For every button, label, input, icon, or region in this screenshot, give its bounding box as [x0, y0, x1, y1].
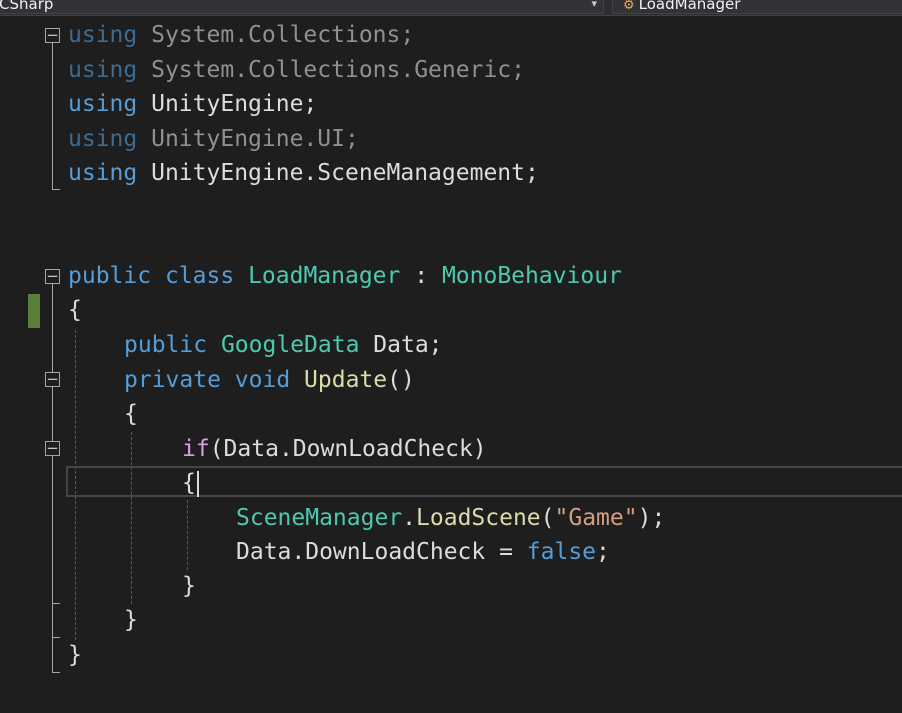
using-keyword: using [68, 22, 138, 48]
namespace: UnityEngine.UI; [151, 126, 359, 152]
public-keyword: public [68, 263, 152, 289]
open-brace: { [124, 401, 138, 427]
dot: . [402, 505, 417, 531]
minus-icon: − [46, 26, 59, 44]
project-dropdown-label: CSharp [0, 0, 54, 13]
code-line-12[interactable]: { [124, 397, 138, 431]
code-line-19[interactable]: } [68, 638, 82, 672]
type-dropdown[interactable]: ⚙ LoadManager [612, 0, 902, 14]
using-keyword: using [68, 126, 138, 152]
close-call: ); [637, 505, 666, 531]
void-keyword: void [234, 367, 291, 393]
class-keyword: class [164, 263, 235, 289]
open-brace: { [68, 297, 82, 323]
code-line-15[interactable]: SceneManager.LoadScene("Game"); [236, 501, 665, 535]
outline-end [52, 189, 60, 190]
minus-icon: − [46, 267, 59, 285]
collapse-usings-toggle[interactable]: − [45, 28, 60, 43]
false-keyword: false [526, 539, 597, 565]
public-keyword: public [124, 332, 208, 358]
field-name: Data; [359, 332, 443, 358]
namespace: System.Collections; [151, 22, 415, 48]
code-line-16[interactable]: Data.DownLoadCheck = false; [236, 535, 610, 569]
namespace: System.Collections.Generic; [151, 57, 525, 83]
code-line-3[interactable]: using UnityEngine; [68, 87, 317, 121]
structure-guide [131, 432, 132, 604]
close-brace: } [68, 642, 82, 668]
type-dropdown-label: LoadManager [638, 0, 741, 13]
string-literal: "Game" [554, 505, 638, 531]
navigation-bar: CSharp ▾ ⚙ LoadManager [0, 0, 902, 16]
chevron-down-icon: ▾ [591, 0, 597, 10]
scene-manager-type: SceneManager [236, 505, 403, 531]
code-line-2[interactable]: using System.Collections.Generic; [68, 53, 525, 87]
code-editor[interactable]: CSharp ▾ ⚙ LoadManager − − − − using Syst… [0, 0, 902, 713]
close-brace: } [124, 607, 138, 633]
using-keyword: using [68, 57, 138, 83]
outline-end [52, 672, 60, 673]
base-type: MonoBehaviour [441, 263, 622, 289]
method-name: Update [304, 367, 388, 393]
close-brace: } [182, 573, 196, 599]
outline-end [52, 603, 60, 604]
code-line-1[interactable]: using System.Collections; [68, 18, 414, 52]
if-keyword: if [182, 436, 210, 462]
outline-line [52, 43, 53, 189]
private-keyword: private [124, 367, 221, 393]
using-keyword: using [68, 160, 138, 186]
code-line-13[interactable]: if(Data.DownLoadCheck) [182, 432, 487, 466]
minus-icon: − [46, 370, 59, 388]
outline-line [52, 284, 53, 672]
class-name: LoadManager [248, 263, 401, 289]
code-line-4[interactable]: using UnityEngine.UI; [68, 122, 359, 156]
code-line-10[interactable]: public GoogleData Data; [124, 328, 443, 362]
collapse-if-toggle[interactable]: − [45, 441, 60, 456]
condition: (Data.DownLoadCheck) [209, 436, 487, 462]
structure-guide [187, 500, 188, 570]
open-brace: { [182, 470, 196, 496]
text-caret [196, 470, 199, 497]
field-type: GoogleData [220, 332, 360, 358]
namespace: UnityEngine.SceneManagement; [151, 160, 539, 186]
change-marker [28, 294, 40, 328]
code-line-9[interactable]: { [68, 293, 82, 327]
namespace: UnityEngine; [151, 91, 318, 117]
using-keyword: using [68, 91, 138, 117]
colon: : [400, 263, 442, 289]
outline-end [52, 637, 60, 638]
load-scene-method: LoadScene [416, 505, 541, 531]
minus-icon: − [46, 439, 59, 457]
open-paren: ( [540, 505, 555, 531]
class-icon: ⚙ [623, 0, 635, 13]
assign-target: Data.DownLoadCheck = [236, 539, 527, 565]
project-dropdown[interactable]: CSharp ▾ [0, 0, 604, 14]
code-line-8[interactable]: public class LoadManager : MonoBehaviour [68, 259, 622, 293]
code-line-18[interactable]: } [124, 603, 138, 637]
collapse-method-toggle[interactable]: − [45, 372, 60, 387]
parens: () [387, 367, 415, 393]
code-line-5[interactable]: using UnityEngine.SceneManagement; [68, 156, 539, 190]
code-line-17[interactable]: } [182, 569, 196, 603]
collapse-class-toggle[interactable]: − [45, 269, 60, 284]
semicolon: ; [596, 539, 610, 565]
code-line-14[interactable]: { [182, 466, 199, 500]
code-line-11[interactable]: private void Update() [124, 363, 415, 397]
